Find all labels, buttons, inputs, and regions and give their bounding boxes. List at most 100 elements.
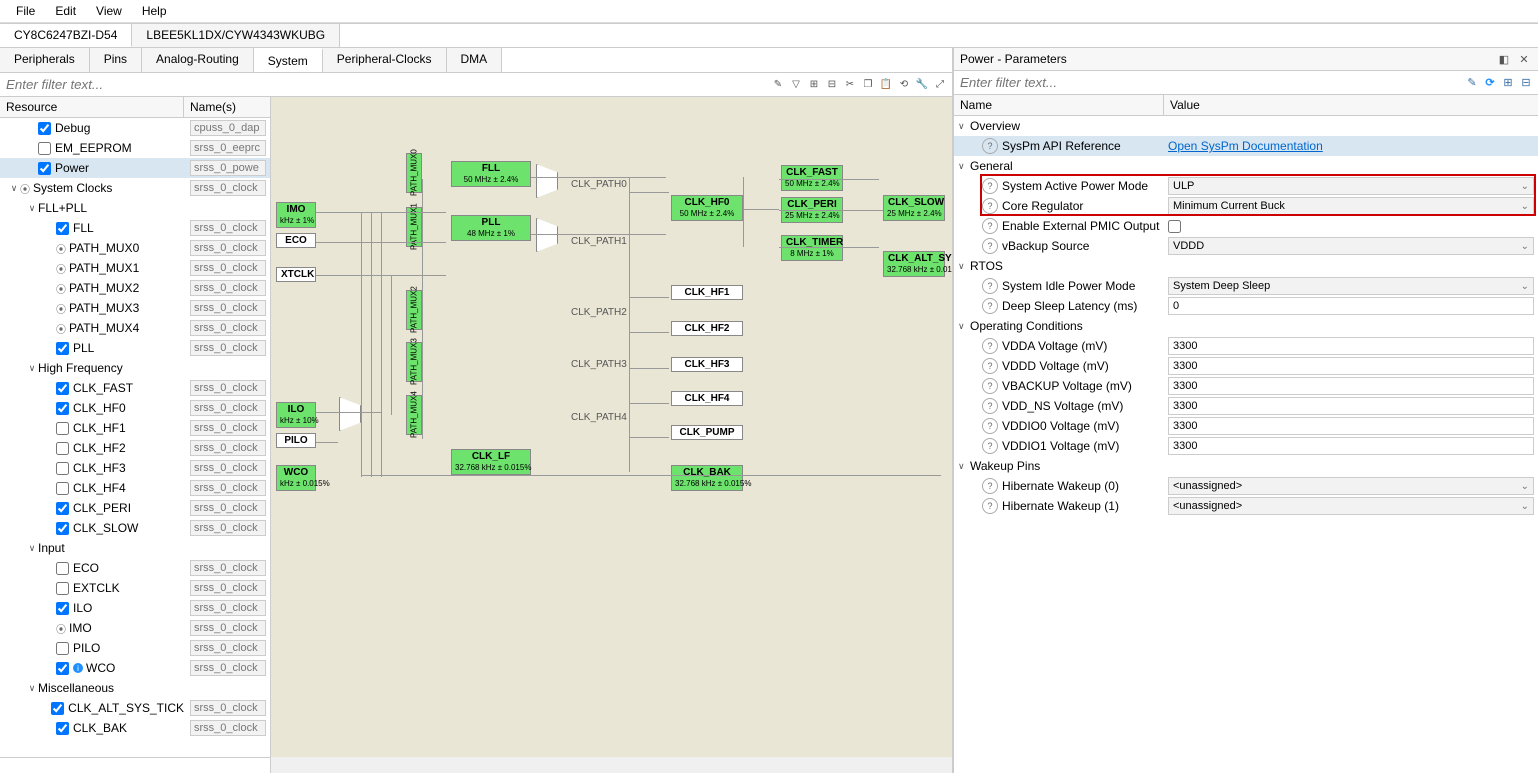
menu-edit[interactable]: Edit xyxy=(45,2,86,20)
help-icon[interactable]: ? xyxy=(982,378,998,394)
config-tab-system[interactable]: System xyxy=(254,48,323,72)
param-group-Wakeup Pins[interactable]: ∨Wakeup Pins xyxy=(954,456,1538,476)
help-icon[interactable]: ? xyxy=(982,238,998,254)
tree-name-input[interactable] xyxy=(190,300,266,316)
tree-name-input[interactable] xyxy=(190,640,266,656)
param-row-VDDA Voltage (mV)[interactable]: ?VDDA Voltage (mV)3300 xyxy=(954,336,1538,356)
tree-row-CLK_SLOW[interactable]: CLK_SLOW xyxy=(0,518,270,538)
param-group-RTOS[interactable]: ∨RTOS xyxy=(954,256,1538,276)
tool-a-icon[interactable]: 🔧 xyxy=(914,77,930,93)
tree-checkbox[interactable] xyxy=(56,722,69,735)
help-icon[interactable]: ? xyxy=(982,198,998,214)
copy-icon[interactable]: ✂ xyxy=(842,77,858,93)
help-icon[interactable]: ? xyxy=(982,478,998,494)
diagram-block-CLK_HF3[interactable]: CLK_HF3 xyxy=(671,357,743,372)
help-icon[interactable]: ? xyxy=(982,298,998,314)
diagram-block-CLK_LF[interactable]: CLK_LF32.768 kHz ± 0.015% xyxy=(451,449,531,475)
param-row-VDDIO0 Voltage (mV)[interactable]: ?VDDIO0 Voltage (mV)3300 xyxy=(954,416,1538,436)
device-tab-1[interactable]: LBEE5KL1DX/CYW4343WKUBG xyxy=(132,24,340,47)
expand-all-icon[interactable]: ⊞ xyxy=(806,77,822,93)
tree-name-input[interactable] xyxy=(190,220,266,236)
tree-name-input[interactable] xyxy=(190,320,266,336)
config-tab-dma[interactable]: DMA xyxy=(447,48,503,72)
tree-row-WCO[interactable]: iWCO xyxy=(0,658,270,678)
tree-checkbox[interactable] xyxy=(56,582,69,595)
diagram-block-CLK_ALT_SYS_TICK[interactable]: CLK_ALT_SYS_TICK32.768 kHz ± 0.015% xyxy=(883,251,945,277)
param-row-vBackup Source[interactable]: ?vBackup SourceVDDD xyxy=(954,236,1538,256)
tree-name-input[interactable] xyxy=(190,580,266,596)
expander-icon[interactable]: ∨ xyxy=(958,261,970,272)
tree-row-CLK_ALT_SYS_TICK[interactable]: CLK_ALT_SYS_TICK xyxy=(0,698,270,718)
diagram-mux-PATH_MUX1[interactable]: PATH_MUX1 xyxy=(406,207,422,247)
tree-row-CLK_PERI[interactable]: CLK_PERI xyxy=(0,498,270,518)
paste-icon[interactable]: 📋 xyxy=(878,77,894,93)
param-link[interactable]: Open SysPm Documentation xyxy=(1168,139,1323,153)
panel-close-icon[interactable]: ✕ xyxy=(1516,51,1532,67)
tree-row-CLK_HF1[interactable]: CLK_HF1 xyxy=(0,418,270,438)
tree-name-input[interactable] xyxy=(190,160,266,176)
param-checkbox[interactable] xyxy=(1168,220,1181,233)
diagram-mux-trap[interactable] xyxy=(536,218,558,252)
tree-row-EM_EEPROM[interactable]: EM_EEPROM xyxy=(0,138,270,158)
tree-row-PATH_MUX2[interactable]: ⦿PATH_MUX2 xyxy=(0,278,270,298)
tree-checkbox[interactable] xyxy=(56,502,69,515)
tree-checkbox[interactable] xyxy=(56,562,69,575)
help-icon[interactable]: ? xyxy=(982,398,998,414)
diagram-mux-PATH_MUX3[interactable]: PATH_MUX3 xyxy=(406,342,422,382)
param-row-VBACKUP Voltage (mV)[interactable]: ?VBACKUP Voltage (mV)3300 xyxy=(954,376,1538,396)
duplicate-icon[interactable]: ❐ xyxy=(860,77,876,93)
help-icon[interactable]: ? xyxy=(982,438,998,454)
tree-name-input[interactable] xyxy=(190,120,266,136)
param-row-Enable External PMIC Output[interactable]: ?Enable External PMIC Output xyxy=(954,216,1538,236)
param-dropdown[interactable]: ULP xyxy=(1168,177,1534,195)
device-tab-0[interactable]: CY8C6247BZI-D54 xyxy=(0,24,132,47)
tree-name-input[interactable] xyxy=(190,500,266,516)
diagram-block-CLK_HF1[interactable]: CLK_HF1 xyxy=(671,285,743,300)
param-dropdown[interactable]: Minimum Current Buck xyxy=(1168,197,1534,215)
param-text-input[interactable]: 3300 xyxy=(1168,417,1534,435)
tree-name-input[interactable] xyxy=(190,400,266,416)
param-collapse-icon[interactable]: ⊟ xyxy=(1518,75,1534,91)
tree-checkbox[interactable] xyxy=(56,602,69,615)
tree-name-input[interactable] xyxy=(190,720,266,736)
tree-row-PLL[interactable]: PLL xyxy=(0,338,270,358)
tree-checkbox[interactable] xyxy=(56,462,69,475)
param-text-input[interactable]: 3300 xyxy=(1168,397,1534,415)
tree-checkbox[interactable] xyxy=(56,442,69,455)
tree-row-Miscellaneous[interactable]: ∨Miscellaneous xyxy=(0,678,270,698)
tree-name-input[interactable] xyxy=(190,380,266,396)
tree-checkbox[interactable] xyxy=(38,162,51,175)
diagram-block-CLK_SLOW[interactable]: CLK_SLOW25 MHz ± 2.4% xyxy=(883,195,945,221)
diagram-mux-PATH_MUX4[interactable]: PATH_MUX4 xyxy=(406,395,422,435)
diagram-block-CLK_HF2[interactable]: CLK_HF2 xyxy=(671,321,743,336)
param-filter-input[interactable] xyxy=(954,71,1460,94)
tree-name-input[interactable] xyxy=(190,520,266,536)
expander-icon[interactable]: ∨ xyxy=(26,543,38,554)
diagram-mux-PATH_MUX0[interactable]: PATH_MUX0 xyxy=(406,153,422,193)
config-tab-pins[interactable]: Pins xyxy=(90,48,142,72)
config-tab-analog-routing[interactable]: Analog-Routing xyxy=(142,48,254,72)
param-row-Hibernate Wakeup (0)[interactable]: ?Hibernate Wakeup (0)<unassigned> xyxy=(954,476,1538,496)
param-col-name[interactable]: Name xyxy=(954,95,1164,115)
tree-checkbox[interactable] xyxy=(56,342,69,355)
expander-icon[interactable]: ∨ xyxy=(26,203,38,214)
link-icon[interactable]: ⟲ xyxy=(896,77,912,93)
param-row-SysPm API Reference[interactable]: ?SysPm API ReferenceOpen SysPm Documenta… xyxy=(954,136,1538,156)
tree-header-names[interactable]: Name(s) xyxy=(184,97,270,117)
param-row-VDDIO1 Voltage (mV)[interactable]: ?VDDIO1 Voltage (mV)3300 xyxy=(954,436,1538,456)
tree-name-input[interactable] xyxy=(190,600,266,616)
tree-name-input[interactable] xyxy=(190,660,266,676)
param-row-VDD_NS Voltage (mV)[interactable]: ?VDD_NS Voltage (mV)3300 xyxy=(954,396,1538,416)
tree-row-PILO[interactable]: PILO xyxy=(0,638,270,658)
tree-name-input[interactable] xyxy=(190,240,266,256)
tool-b-icon[interactable]: ⤢ xyxy=(932,77,948,93)
tree-name-input[interactable] xyxy=(190,140,266,156)
param-text-input[interactable]: 0 xyxy=(1168,297,1534,315)
tree-row-System Clocks[interactable]: ∨⦿System Clocks xyxy=(0,178,270,198)
tree-checkbox[interactable] xyxy=(56,382,69,395)
tree-name-input[interactable] xyxy=(190,620,266,636)
tree-row-Input[interactable]: ∨Input xyxy=(0,538,270,558)
param-body[interactable]: ∨Overview?SysPm API ReferenceOpen SysPm … xyxy=(954,116,1538,773)
help-icon[interactable]: ? xyxy=(982,338,998,354)
diagram-block-ILO[interactable]: ILOkHz ± 10% xyxy=(276,402,316,428)
